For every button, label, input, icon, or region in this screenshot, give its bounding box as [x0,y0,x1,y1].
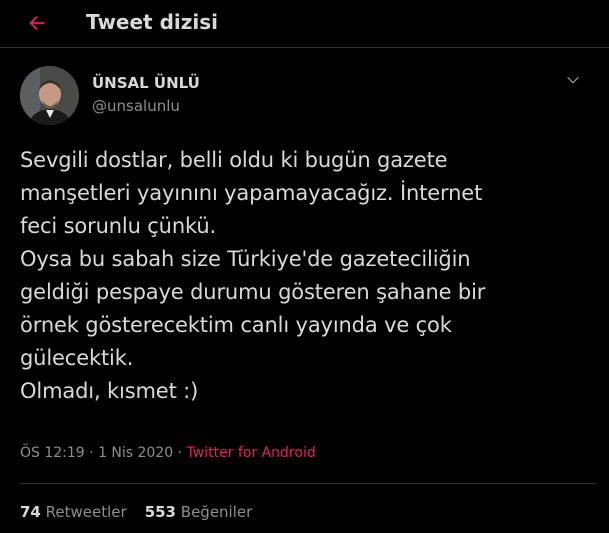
header-bar: Tweet dizisi [0,0,609,48]
retweets-label: Retweetler [45,503,127,521]
likes-label: Beğeniler [180,503,253,521]
tweet-menu-button[interactable] [560,70,586,90]
avatar[interactable] [20,66,79,125]
likes-stat[interactable]: 553 Beğeniler [145,503,253,521]
tweet-date[interactable]: 1 Nis 2020 [98,445,173,461]
likes-count: 553 [144,503,176,521]
divider [20,483,596,484]
arrow-left-icon [29,15,45,31]
meta-separator: · [89,445,94,461]
back-button[interactable] [20,8,54,38]
tweet-metadata: ÖS 12:19 · 1 Nis 2020 · Twitter for Andr… [20,443,316,463]
tweet-text: Sevgili dostlar, belli oldu ki bugün gaz… [20,148,486,403]
tweet-source-link[interactable]: Twitter for Android [187,445,316,461]
tweet-time[interactable]: ÖS 12:19 [20,445,85,461]
retweets-count: 74 [20,503,41,521]
meta-separator: · [177,445,183,461]
page-title: Tweet dizisi [86,10,219,34]
retweets-stat[interactable]: 74 Retweetler [20,503,127,521]
chevron-down-icon [567,76,579,84]
author-display-name[interactable]: ÜNSAL ÜNLÜ [92,73,200,93]
avatar-image [20,66,79,125]
tweet-stats: 74 Retweetler 553 Beğeniler [20,502,252,522]
author-username[interactable]: @unsalunlu [92,96,180,116]
